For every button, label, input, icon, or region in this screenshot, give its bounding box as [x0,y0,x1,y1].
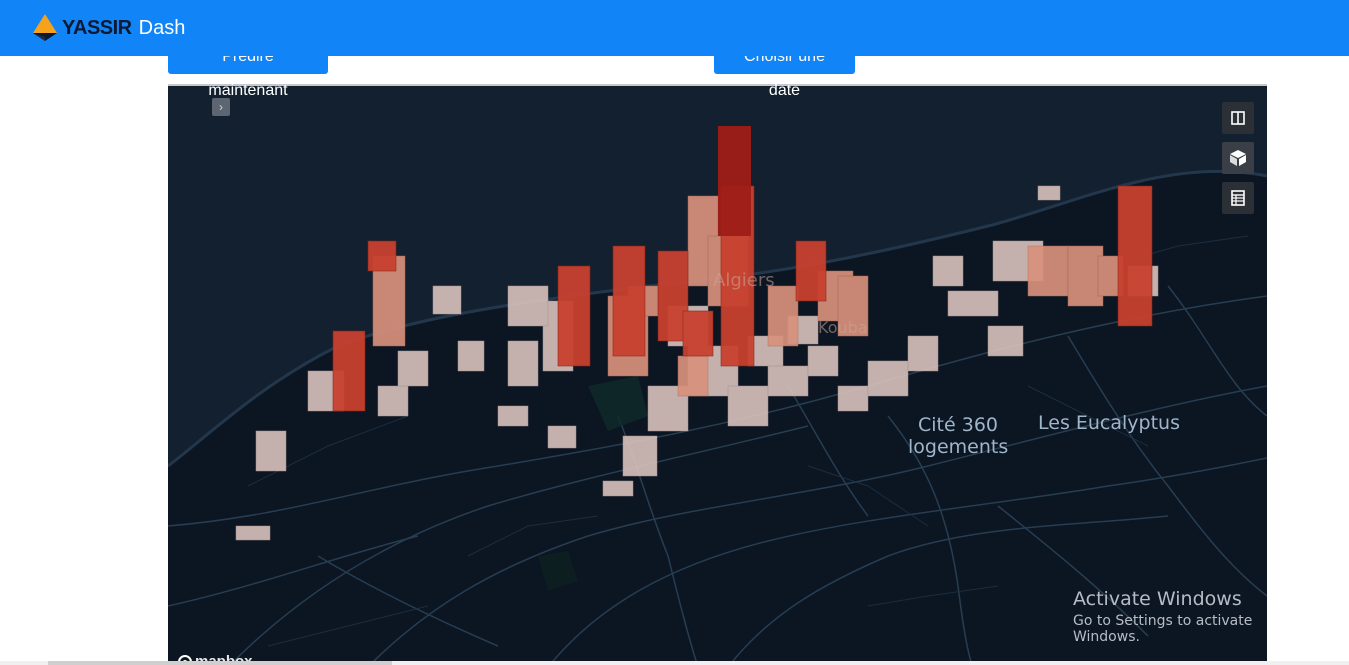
horizontal-scrollbar[interactable] [0,661,1349,665]
data-table-button[interactable] [1222,182,1254,214]
scrollbar-thumb[interactable] [48,661,392,665]
app-name: Dash [138,16,186,39]
yassir-logo-icon [33,14,57,41]
activate-windows-title: Activate Windows [1073,588,1242,610]
brand-name: YASSIR [62,16,132,39]
3d-cube-icon [1230,150,1246,166]
split-view-icon [1231,111,1245,125]
cite-line-1: Cité 360 [918,414,998,436]
split-view-button[interactable] [1222,102,1254,134]
map-view[interactable]: Algiers Kouba Cité 360 logements Les Euc… [168,84,1267,665]
top-navbar: YASSIR Dash [0,0,1349,56]
map-label-kouba: Kouba [818,318,868,337]
map-canvas [168,86,1267,665]
map-label-cite-360: Cité 360 logements [908,414,1008,458]
3d-view-button[interactable] [1222,142,1254,174]
table-icon [1231,190,1245,206]
activate-windows-subtitle: Go to Settings to activate Windows. [1073,613,1253,645]
brand-logo[interactable]: YASSIR Dash [30,12,185,44]
map-label-eucalyptus: Les Eucalyptus [1038,412,1180,434]
cite-line-2: logements [908,436,1009,458]
map-label-algiers: Algiers [713,270,775,291]
